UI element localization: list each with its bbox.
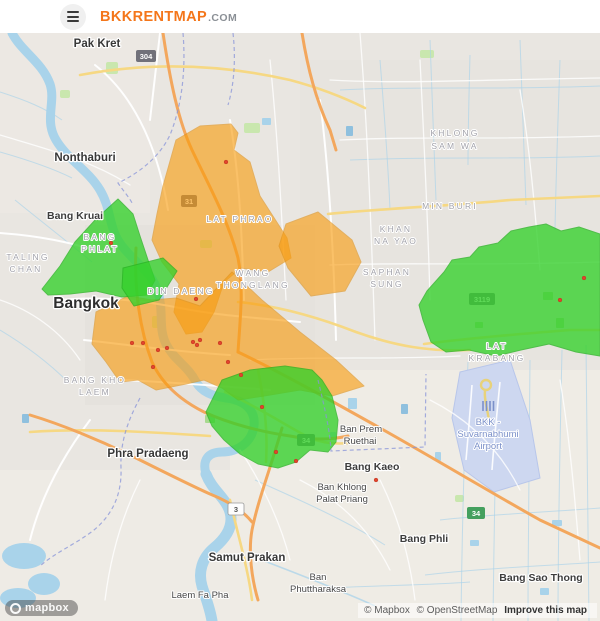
label-ban-prem-ruethai-2: Ruethai [344,436,377,447]
label-ban-khlong-palat-priang: Ban Khlong [317,482,366,493]
improve-this-map-link[interactable]: Improve this map [504,605,587,616]
listing-marker[interactable] [217,340,223,346]
label-bang-phli: Bang Phli [400,533,449,545]
label-district-lat-krabang: LAT [486,341,508,351]
label-airport-2: Suvarnabhumi [457,429,518,440]
hamburger-icon [67,11,79,22]
label-bang-kruai: Bang Kruai [47,210,103,222]
listing-marker[interactable] [238,372,244,378]
road-shield-304: 304 [136,50,156,62]
label-district-lat-krabang-2: KRABANG [469,353,526,363]
listing-marker[interactable] [293,458,299,464]
label-district-din-daeng: DIN DAENG [147,286,214,296]
mapbox-logo[interactable]: mapbox [5,600,78,616]
map-attribution: © Mapbox © OpenStreetMap Improve this ma… [358,603,597,618]
label-nonthaburi: Nonthaburi [54,152,115,164]
label-ban-khlong-palat-priang-2: Palat Priang [316,494,368,505]
label-district-min-buri: MIN BURI [422,201,478,211]
listing-marker[interactable] [193,296,199,302]
label-district-saphan-sung: SAPHAN [363,267,411,277]
label-ban-prem-ruethai: Ban Prem [340,424,382,435]
brand-name: BKKRENTMAP [100,8,208,25]
listing-marker[interactable] [140,340,146,346]
label-bang-kaeo: Bang Kaeo [345,461,400,473]
brand-suffix: .COM [208,11,238,24]
label-district-taling-chan-2: CHAN [10,264,43,274]
label-ban-phuttharaksa-2: Phuttharaksa [290,584,347,595]
label-samut-prakan: Samut Prakan [209,552,286,564]
label-district-taling-chan: TALING [6,252,49,262]
label-airport: BKK - [476,417,501,428]
label-district-khan-na-yao: KHAN [380,224,412,234]
label-laem-fa-pha: Laem Fa Pha [171,590,229,601]
mapbox-logo-text: mapbox [25,602,69,614]
label-district-lat-phrao: LAT PHRAO [206,214,273,224]
road-shield-34-east: 34 [467,507,485,519]
listing-marker[interactable] [150,364,156,370]
road-shield-3: 3 [227,502,245,516]
listing-marker[interactable] [194,342,200,348]
brand-logo[interactable]: BKKRENTMAP .COM [100,9,237,25]
attribution-mapbox-link[interactable]: © Mapbox [364,605,410,616]
svg-text:304: 304 [140,52,153,61]
listing-marker[interactable] [373,477,379,483]
label-district-bang-phlat-2: PHLAT [81,244,119,254]
label-district-bang-kho-laem-2: LAEM [79,387,111,397]
label-district-bang-kho-laem: BANG KHO [64,375,126,385]
label-phra-pradaeng: Phra Pradaeng [107,448,188,460]
listing-marker[interactable] [155,347,161,353]
label-district-saphan-sung-2: SUNG [370,279,403,289]
listing-marker[interactable] [164,345,170,351]
bkkrentmap-app: BKKRENTMAP .COM 304 3 34 Pak Kret Nontha… [0,0,600,621]
label-district-khlong-sam-wa: KHLONG [430,128,479,138]
listing-marker[interactable] [223,159,229,165]
label-district-khlong-sam-wa-2: SAM WA [431,141,478,151]
listing-marker[interactable] [190,339,196,345]
listing-marker[interactable] [581,275,587,281]
mapbox-logo-icon [10,602,21,614]
label-airport-3: Airport [474,441,502,452]
label-district-wang-thonglang-2: THONGLANG [216,280,290,290]
label-pak-kret: Pak Kret [74,38,121,50]
label-district-khan-na-yao-2: NA YAO [374,236,418,246]
map-svg[interactable]: 304 31 3119 34 [0,33,600,621]
listing-marker[interactable] [557,297,563,303]
app-header: BKKRENTMAP .COM [0,0,600,33]
menu-button[interactable] [60,3,86,30]
attribution-osm-link[interactable]: © OpenStreetMap [417,605,498,616]
label-district-wang-thonglang: WANG [236,268,271,278]
svg-text:34: 34 [472,509,481,518]
label-district-bang-phlat: BANG [84,232,117,242]
listing-marker[interactable] [129,340,135,346]
label-bang-sao-thong: Bang Sao Thong [499,572,582,584]
label-bangkok: Bangkok [53,295,119,312]
listing-marker[interactable] [225,359,231,365]
listing-marker[interactable] [259,404,265,410]
map-canvas[interactable]: 304 31 3119 34 [0,33,600,621]
listing-marker[interactable] [273,449,279,455]
svg-text:3: 3 [234,505,238,514]
listing-marker[interactable] [197,337,203,343]
label-ban-phuttharaksa: Ban [310,572,327,583]
